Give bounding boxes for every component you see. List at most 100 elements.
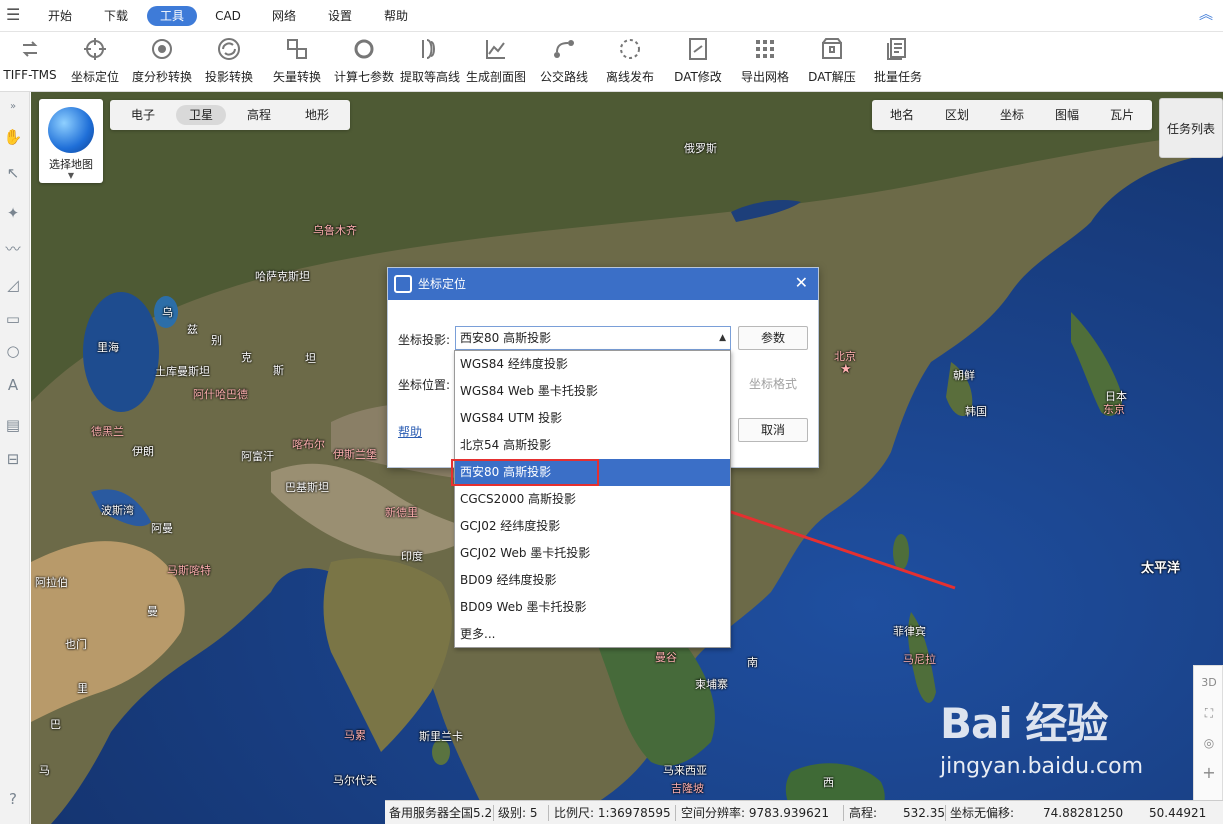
left-toolbar: » ✋ ↖ ✦ 〰 ◿ ▭ ○ A ▤ ⊟ ? xyxy=(0,92,30,824)
status-divider xyxy=(493,805,494,821)
baidu-watermark: Bai 经验 jingyan.baidu.com xyxy=(940,690,1160,800)
menu-settings[interactable]: 设置 xyxy=(320,6,360,26)
dat-unzip-icon xyxy=(822,38,842,59)
offline-publish-icon xyxy=(620,39,640,59)
task-list-button[interactable]: 任务列表 xyxy=(1159,98,1223,158)
zoom-in-icon[interactable]: + xyxy=(1200,764,1218,782)
help-link[interactable]: 帮助 xyxy=(398,423,422,440)
projection-option[interactable]: GCJ02 Web 墨卡托投影 xyxy=(455,540,730,567)
projection-option[interactable]: BD09 经纬度投影 xyxy=(455,567,730,594)
projection-option[interactable]: CGCS2000 高斯投影 xyxy=(455,486,730,513)
map-label: 别 xyxy=(211,334,222,347)
hamburger-menu-icon[interactable]: ☰ xyxy=(6,6,22,24)
dat-edit-icon xyxy=(689,38,707,60)
select-arrow-icon: ▲ xyxy=(719,333,726,343)
collapse-ribbon-icon[interactable]: ︽ xyxy=(1199,8,1213,22)
tool-generate-profile[interactable]: 生成剖面图 xyxy=(464,36,528,88)
projection-option[interactable]: WGS84 UTM 投影 xyxy=(455,405,730,432)
tab-satellite[interactable]: 卫星 xyxy=(176,105,226,125)
measure-distance-icon[interactable]: ▤ xyxy=(2,414,24,436)
status-divider xyxy=(548,805,549,821)
layer-tiles[interactable]: 瓦片 xyxy=(1100,105,1144,125)
map-label: 马 xyxy=(39,764,50,777)
tool-offline-publish[interactable]: 离线发布 xyxy=(602,36,658,88)
map-type-tabs: 电子 卫星 高程 地形 xyxy=(110,100,350,130)
layer-place-names[interactable]: 地名 xyxy=(880,105,924,125)
mode-3d-button[interactable]: 3D xyxy=(1200,674,1218,692)
tool-label: 计算七参数 xyxy=(333,70,394,84)
menu-start[interactable]: 开始 xyxy=(40,6,80,26)
tool-tiff-tms[interactable]: TIFF-TMS xyxy=(0,36,60,88)
map-label: 斯 xyxy=(273,364,284,377)
projection-label: 坐标投影: xyxy=(398,333,451,347)
map-label: 阿曼 xyxy=(151,522,173,535)
ribbon-toolbar: TIFF-TMS 坐标定位 度分秒转换 投影转换 矢量转换 计算七参数 提取等高… xyxy=(0,32,1223,92)
tiff-tms-icon xyxy=(22,41,38,57)
tool-dat-unzip[interactable]: DAT解压 xyxy=(804,36,860,88)
map-label: 波斯湾 xyxy=(101,504,134,517)
menu-help[interactable]: 帮助 xyxy=(376,6,416,26)
menu-tools[interactable]: 工具 xyxy=(147,6,197,26)
tool-bus-route[interactable]: 公交路线 xyxy=(536,36,592,88)
tool-dat-edit[interactable]: DAT修改 xyxy=(670,36,726,88)
projection-option[interactable]: 北京54 高斯投影 xyxy=(455,432,730,459)
measure-area-icon[interactable]: ⊟ xyxy=(2,448,24,470)
layer-map-sheets[interactable]: 图幅 xyxy=(1045,105,1089,125)
map-label: 东京 xyxy=(1103,403,1125,416)
map-label: 土库曼斯坦 xyxy=(155,365,210,378)
contour-icon xyxy=(422,39,435,59)
menu-cad[interactable]: CAD xyxy=(208,6,248,26)
map-label: 马来西亚 xyxy=(663,764,707,777)
draw-line-icon[interactable]: 〰 xyxy=(2,238,24,260)
tab-elevation[interactable]: 高程 xyxy=(238,105,280,125)
baidu-watermark-url: jingyan.baidu.com xyxy=(940,754,1144,779)
tool-batch-task[interactable]: 批量任务 xyxy=(870,36,926,88)
tab-electronic[interactable]: 电子 xyxy=(122,105,164,125)
tool-extract-contour[interactable]: 提取等高线 xyxy=(398,36,462,88)
fullscreen-icon[interactable]: ⛶ xyxy=(1200,704,1218,722)
draw-rectangle-icon[interactable]: ▭ xyxy=(2,308,24,330)
projection-select[interactable]: 西安80 高斯投影 ▲ xyxy=(455,326,731,350)
layer-regions[interactable]: 区划 xyxy=(935,105,979,125)
params-button[interactable]: 参数 xyxy=(738,326,808,350)
pan-hand-icon[interactable]: ✋ xyxy=(2,126,24,148)
draw-circle-icon[interactable]: ○ xyxy=(2,340,24,362)
projection-option[interactable]: GCJ02 经纬度投影 xyxy=(455,513,730,540)
close-icon[interactable]: ✕ xyxy=(795,274,808,292)
help-circle-icon[interactable]: ? xyxy=(2,788,24,810)
map-chooser[interactable]: 选择地图 ▼ xyxy=(39,99,103,183)
layer-coordinates[interactable]: 坐标 xyxy=(990,105,1034,125)
tool-label: 离线发布 xyxy=(605,70,654,84)
projection-option[interactable]: WGS84 Web 墨卡托投影 xyxy=(455,378,730,405)
menu-network[interactable]: 网络 xyxy=(264,6,304,26)
map-label: 里海 xyxy=(97,341,119,354)
select-arrow-icon[interactable]: ↖ xyxy=(2,162,24,184)
projection-option[interactable]: WGS84 经纬度投影 xyxy=(455,351,730,378)
tool-label: 公交路线 xyxy=(539,70,588,84)
map-chooser-label: 选择地图 xyxy=(49,158,93,171)
batch-task-icon xyxy=(887,38,906,60)
map-label: 乌鲁木齐 xyxy=(313,224,357,237)
projection-option[interactable]: BD09 Web 墨卡托投影 xyxy=(455,594,730,621)
tool-dms-convert[interactable]: 度分秒转换 xyxy=(128,36,196,88)
map-label: 朝鲜 xyxy=(953,369,975,382)
menu-download[interactable]: 下载 xyxy=(96,6,136,26)
tool-vector-convert[interactable]: 矢量转换 xyxy=(268,36,326,88)
draw-polygon-icon[interactable]: ◿ xyxy=(2,274,24,296)
tool-export-grid[interactable]: 导出网格 xyxy=(736,36,794,88)
tab-terrain[interactable]: 地形 xyxy=(296,105,338,125)
map-label: 斯里兰卡 xyxy=(419,730,463,743)
dms-convert-icon xyxy=(152,39,172,59)
tool-seven-params[interactable]: 计算七参数 xyxy=(332,36,396,88)
cancel-button[interactable]: 取消 xyxy=(738,418,808,442)
tool-projection-convert[interactable]: 投影转换 xyxy=(200,36,258,88)
layer-toggles: 地名 区划 坐标 图幅 瓦片 xyxy=(872,100,1152,130)
add-text-icon[interactable]: A xyxy=(2,374,24,396)
draw-point-icon[interactable]: ✦ xyxy=(2,202,24,224)
map-label: 马尼拉 xyxy=(903,653,936,666)
tool-coordinate-locate[interactable]: 坐标定位 xyxy=(66,36,124,88)
coord-format-button[interactable]: 坐标格式 xyxy=(738,372,808,396)
expand-icon[interactable]: » xyxy=(2,96,24,118)
projection-option-more[interactable]: 更多... xyxy=(455,621,730,648)
compass-icon[interactable]: ◎ xyxy=(1200,734,1218,752)
